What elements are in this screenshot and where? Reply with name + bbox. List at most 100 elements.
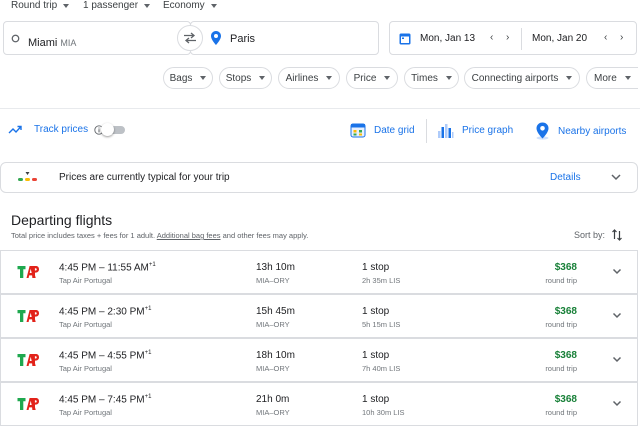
return-prev-icon[interactable]: ‹ <box>604 32 607 43</box>
passengers-select[interactable]: 1 passenger <box>83 0 151 11</box>
flight-times: 4:45 PM – 4:55 PM+1 <box>59 350 151 361</box>
caret-down-icon <box>63 3 70 8</box>
flight-route: MIA–ORY <box>256 320 290 329</box>
flight-times-text: 4:45 PM – 7:45 PM <box>59 394 145 406</box>
flight-row[interactable]: 4:45 PM – 4:55 PM+1 Tap Air Portugal 18h… <box>0 338 638 382</box>
filter-stops[interactable]: Stops <box>219 67 272 89</box>
chevron-down-icon[interactable] <box>611 353 623 365</box>
trip-type-label: Round trip <box>11 0 58 11</box>
flight-stops: 1 stop <box>362 306 390 317</box>
cabin-class-select[interactable]: Economy <box>163 0 217 11</box>
chevron-down-icon[interactable] <box>611 309 623 321</box>
layover-info: 5h 15m LIS <box>362 320 401 329</box>
depart-date[interactable]: Mon, Jan 13 <box>420 33 475 44</box>
flight-price: $368 <box>554 262 577 273</box>
sort-icon[interactable] <box>611 229 623 241</box>
flight-times-text: 4:45 PM – 2:30 PM <box>59 306 145 318</box>
filter-connecting-airports[interactable]: Connecting airports <box>464 67 580 89</box>
caret-down-icon <box>566 76 573 80</box>
flight-row[interactable]: 4:45 PM – 2:30 PM+1 Tap Air Portugal 15h… <box>0 294 638 338</box>
filter-label: Bags <box>169 72 193 84</box>
flight-row[interactable]: 4:45 PM – 7:45 PM+1 Tap Air Portugal 21h… <box>0 382 638 426</box>
destination-field[interactable]: Paris <box>190 21 379 55</box>
price-graph-button[interactable]: Price graph <box>437 122 513 139</box>
filter-airlines[interactable]: Airlines <box>278 67 340 89</box>
price-insight-banner[interactable]: Prices are currently typical for your tr… <box>0 162 638 193</box>
filter-label: Price <box>353 72 377 84</box>
flight-duration: 13h 10m <box>256 262 295 273</box>
next-day-indicator: +1 <box>144 350 152 356</box>
flight-duration: 18h 10m <box>256 350 295 361</box>
date-grid-icon <box>350 123 366 138</box>
airline-name: Tap Air Portugal <box>59 276 112 285</box>
next-day-indicator: +1 <box>148 262 156 268</box>
nearby-airports-button[interactable]: Nearby airports <box>535 122 626 140</box>
divider <box>0 108 640 109</box>
bag-fees-link[interactable]: Additional bag fees <box>157 231 221 240</box>
section-title: Departing flights <box>11 212 113 228</box>
depart-prev-icon[interactable]: ‹ <box>490 32 493 43</box>
caret-down-icon <box>259 76 266 80</box>
location-pin-icon <box>211 31 221 45</box>
map-pin-icon <box>536 122 549 140</box>
flight-row[interactable]: 4:45 PM – 11:55 AM+1 Tap Air Portugal 13… <box>0 250 638 294</box>
caret-down-icon <box>326 76 333 80</box>
flight-times-text: 4:45 PM – 11:55 AM <box>59 262 149 274</box>
return-next-icon[interactable]: › <box>620 32 623 43</box>
tap-logo <box>17 310 39 322</box>
chevron-down-icon[interactable] <box>611 265 623 277</box>
swap-button[interactable] <box>177 25 203 51</box>
price-type: round trip <box>545 320 577 329</box>
depart-next-icon[interactable]: › <box>506 32 509 43</box>
flight-route: MIA–ORY <box>256 364 290 373</box>
price-graph-icon <box>438 124 454 138</box>
layover-info: 7h 40m LIS <box>362 364 401 373</box>
trending-up-icon <box>8 125 22 134</box>
tap-logo <box>17 398 39 410</box>
flight-stops: 1 stop <box>362 394 390 405</box>
airline-name: Tap Air Portugal <box>59 320 112 329</box>
flight-times: 4:45 PM – 7:45 PM+1 <box>59 394 151 405</box>
price-type: round trip <box>545 364 577 373</box>
trip-type-select[interactable]: Round trip <box>11 0 70 11</box>
filter-label: Times <box>411 72 438 84</box>
price-insight-text: Prices are currently typical for your tr… <box>59 172 230 183</box>
caret-down-icon <box>200 76 207 80</box>
layover-info: 10h 30m LIS <box>362 408 405 417</box>
tool-separator <box>426 119 427 143</box>
layover-info: 2h 35m LIS <box>362 276 401 285</box>
filter-label: Connecting airports <box>471 72 559 84</box>
swap-arrows-icon <box>184 32 196 44</box>
filter-bags[interactable]: Bags <box>163 67 213 89</box>
flight-price: $368 <box>554 350 577 361</box>
price-type: round trip <box>545 408 577 417</box>
flight-duration: 21h 0m <box>256 394 290 405</box>
flight-route: MIA–ORY <box>256 408 290 417</box>
details-link[interactable]: Details <box>550 172 581 183</box>
nearby-airports-label: Nearby airports <box>558 125 627 137</box>
fees-note-prefix: Total price includes taxes + fees for 1 … <box>11 231 157 240</box>
cabin-class-label: Economy <box>163 0 205 11</box>
origin-field[interactable]: Miami MIA <box>3 21 191 55</box>
next-day-indicator: +1 <box>144 306 152 312</box>
price-level-icon <box>18 172 37 181</box>
sort-by-label: Sort by: <box>574 230 606 240</box>
tap-logo <box>17 354 39 366</box>
filter-label: Stops <box>225 72 252 84</box>
filter-price[interactable]: Price <box>346 67 398 89</box>
circle-icon <box>11 34 20 43</box>
chevron-down-icon[interactable] <box>611 174 621 181</box>
chevron-down-icon[interactable] <box>611 397 623 409</box>
return-date[interactable]: Mon, Jan 20 <box>532 33 587 44</box>
filter-label: More <box>594 72 617 84</box>
filter-times[interactable]: Times <box>404 67 459 89</box>
track-prices: Track prices <box>8 124 104 135</box>
filter-more[interactable]: More <box>586 67 638 89</box>
next-day-indicator: +1 <box>144 394 152 400</box>
flight-stops: 1 stop <box>362 350 390 361</box>
date-grid-button[interactable]: Date grid <box>350 122 415 138</box>
caret-down-icon <box>210 3 217 8</box>
flight-price: $368 <box>554 394 577 405</box>
date-range-field: Mon, Jan 13 ‹ › Mon, Jan 20 ‹ › <box>389 21 637 55</box>
fees-note: Total price includes taxes + fees for 1 … <box>11 231 308 240</box>
